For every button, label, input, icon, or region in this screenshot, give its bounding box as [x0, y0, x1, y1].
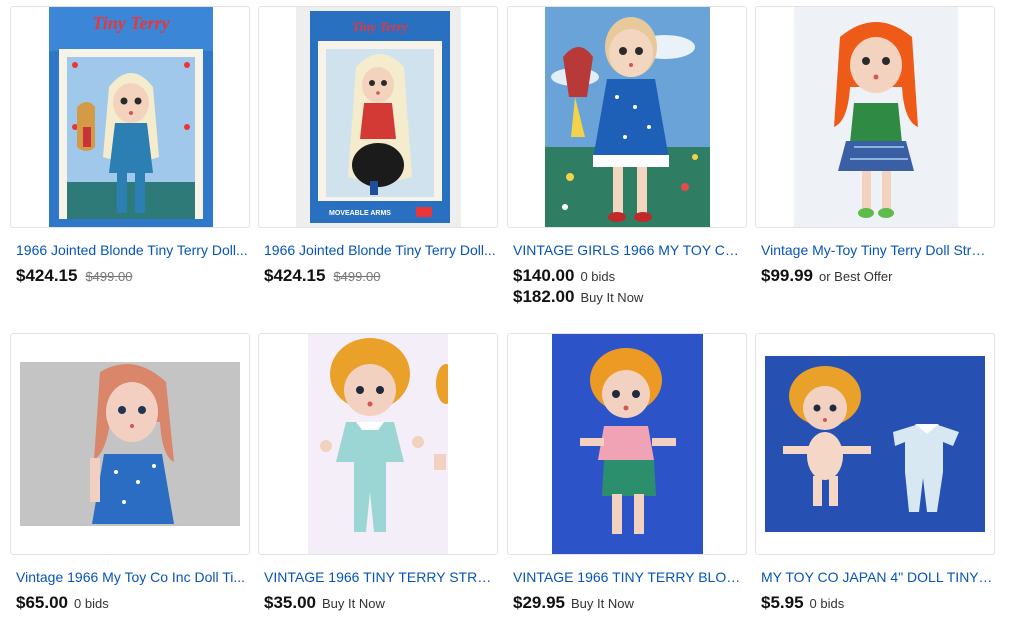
listing-title[interactable]: Vintage 1966 My Toy Co Inc Doll Ti... [16, 569, 248, 585]
price: $29.95 [513, 593, 565, 612]
bid-count: 0 bids [74, 596, 109, 611]
price: $424.15 [264, 266, 326, 285]
price: $5.95 [761, 593, 804, 612]
buy-it-now-price: $182.00 [513, 287, 575, 306]
price: $140.00 [513, 266, 575, 285]
listing-thumbnail[interactable] [258, 333, 498, 555]
listing-thumbnail[interactable] [755, 333, 995, 555]
price-row-buy-it-now: $182.00 Buy It Now [513, 287, 745, 308]
listing-thumbnail[interactable]: Tiny Terry MOVEABLE ARMS [258, 6, 498, 228]
price: $65.00 [16, 593, 68, 612]
price-row: $29.95 Buy It Now [513, 593, 745, 614]
listing-card[interactable]: Vintage My-Toy Tiny Terry Doll Strai... … [755, 6, 995, 296]
price-row: $140.00 0 bids [513, 266, 745, 287]
listing-title[interactable]: VINTAGE 1966 TINY TERRY STRA... [264, 569, 496, 585]
listing-thumbnail[interactable] [10, 333, 250, 555]
doll-image [794, 7, 958, 227]
price: $424.15 [16, 266, 78, 285]
doll-image [20, 362, 240, 526]
price-row: $5.95 0 bids [761, 593, 993, 614]
buy-it-now-label: Buy It Now [322, 596, 385, 611]
bid-count: 0 bids [809, 596, 845, 611]
doll-in-box-image: Tiny Terry [49, 7, 213, 227]
buy-it-now-label: Buy It Now [580, 290, 644, 305]
price-row: $35.00 Buy It Now [264, 593, 496, 614]
listing-title[interactable]: VINTAGE GIRLS 1966 MY TOY CO... [513, 242, 745, 258]
bid-count: 0 bids [580, 269, 616, 284]
price-row: $424.15 $499.00 [16, 266, 248, 287]
was-price: $499.00 [85, 269, 133, 284]
doll-image [552, 334, 703, 554]
price-row: $99.99 or Best Offer [761, 266, 993, 287]
listing-thumbnail[interactable] [507, 6, 747, 228]
doll-image [308, 334, 448, 554]
doll-image [765, 356, 985, 532]
listing-card[interactable]: VINTAGE 1966 TINY TERRY STRA... $35.00 Bu… [258, 333, 498, 623]
box-caption: MOVEABLE ARMS [329, 210, 391, 217]
listing-title[interactable]: Vintage My-Toy Tiny Terry Doll Strai... [761, 242, 993, 258]
listing-thumbnail[interactable]: Tiny Terry [10, 6, 250, 228]
doll-in-box-image [545, 7, 710, 227]
listing-thumbnail[interactable] [507, 333, 747, 555]
listing-title[interactable]: 1966 Jointed Blonde Tiny Terry Doll... [264, 242, 496, 258]
price-row: $65.00 0 bids [16, 593, 248, 614]
price-row: $424.15 $499.00 [264, 266, 496, 287]
listing-card[interactable]: Vintage 1966 My Toy Co Inc Doll Ti... $6… [10, 333, 250, 623]
doll-in-box-image: Tiny Terry MOVEABLE ARMS [296, 7, 461, 227]
was-price: $499.00 [333, 269, 381, 284]
listing-thumbnail[interactable] [755, 6, 995, 228]
listing-card[interactable]: Tiny Terry 1966 Jointed Blonde Tiny Terr… [10, 6, 250, 296]
listing-card[interactable]: VINTAGE 1966 TINY TERRY BLON... $29.95 Bu… [507, 333, 747, 623]
box-brand-label: Tiny Terry [352, 19, 408, 34]
listing-card[interactable]: VINTAGE GIRLS 1966 MY TOY CO... $140.00 0… [507, 6, 747, 316]
price: $35.00 [264, 593, 316, 612]
listing-title[interactable]: 1966 Jointed Blonde Tiny Terry Doll... [16, 242, 248, 258]
listing-title[interactable]: VINTAGE 1966 TINY TERRY BLON... [513, 569, 745, 585]
buy-it-now-label: Buy It Now [571, 596, 634, 611]
listing-card[interactable]: Tiny Terry MOVEABLE ARMS 1966 Jointed Bl… [258, 6, 498, 296]
listing-title[interactable]: MY TOY CO JAPAN 4" DOLL TINY ... [761, 569, 993, 585]
listing-card[interactable]: MY TOY CO JAPAN 4" DOLL TINY ... $5.95 0 … [755, 333, 995, 623]
price: $99.99 [761, 266, 813, 285]
best-offer-label: or Best Offer [819, 269, 893, 284]
box-brand-label: Tiny Terry [92, 13, 170, 33]
